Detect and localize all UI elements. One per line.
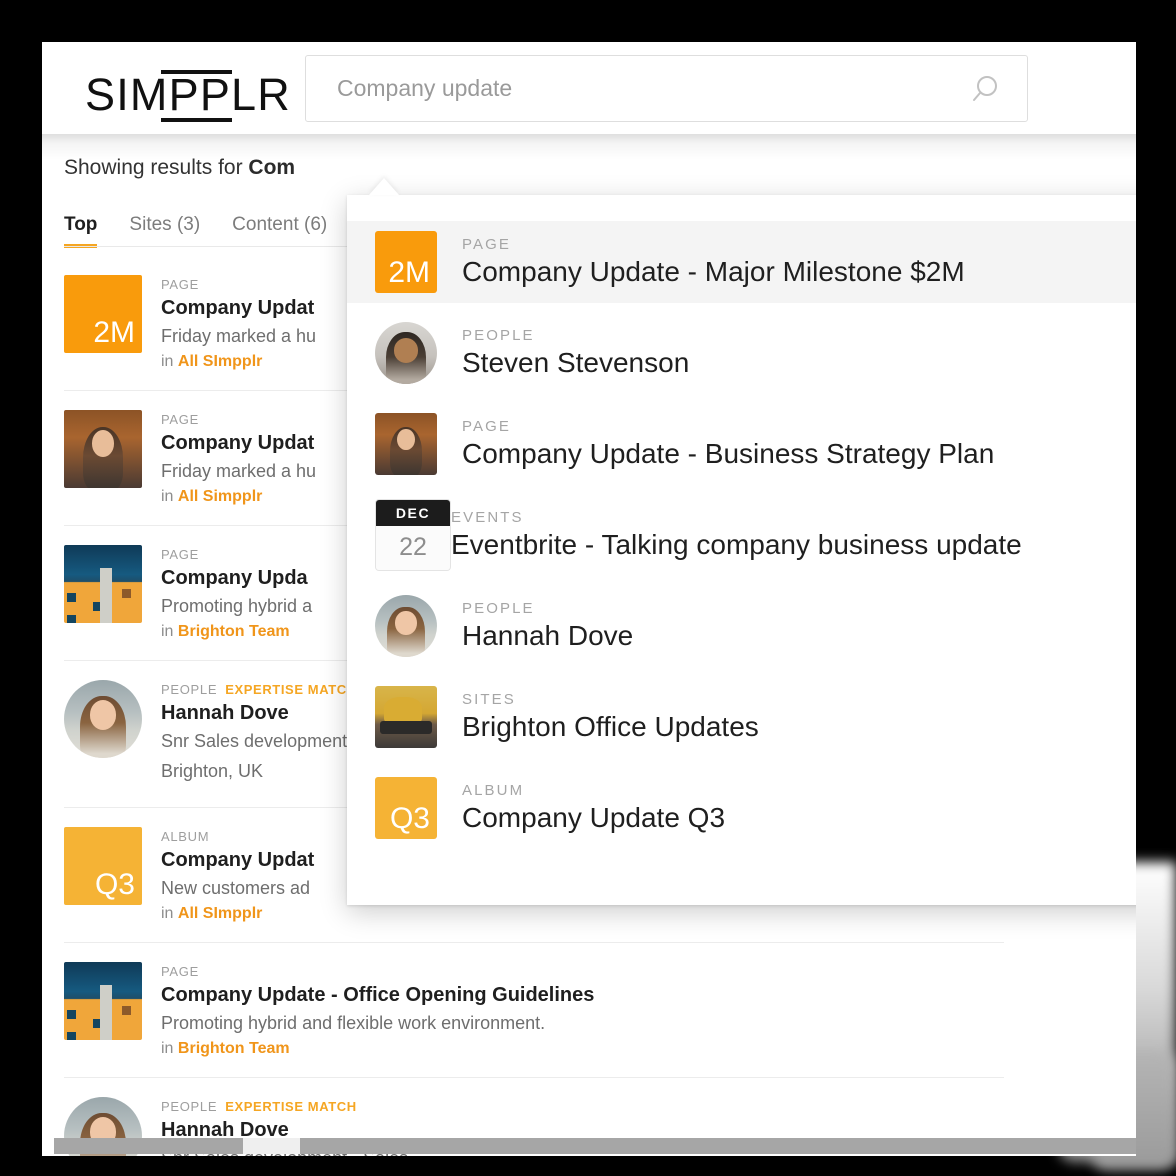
avatar-photo: [375, 322, 437, 384]
suggestion-kicker: PAGE: [462, 417, 511, 435]
suggestion-row[interactable]: Q3 ALBUM Company Update Q3: [347, 771, 1136, 845]
suggestion-row[interactable]: SITES Brighton Office Updates: [347, 680, 1136, 754]
suggestion-title: Brighton Office Updates: [462, 710, 759, 742]
result-thumbnail: Q3: [64, 827, 142, 905]
showing-results-label: Showing results for Com: [64, 156, 295, 180]
avatar-photo: [375, 595, 437, 657]
result-thumbnail: [375, 595, 437, 657]
result-meta: PAGE Company Update - Office Opening Guid…: [161, 962, 1004, 1058]
suggestion-text: PAGE Company Update - Business Strategy P…: [462, 418, 994, 471]
result-thumbnail: [64, 680, 142, 758]
tab-content-6[interactable]: Content (6): [232, 214, 327, 248]
avatar-photo: [375, 413, 437, 475]
dropdown-caret-icon: [369, 178, 399, 195]
suggestion-title: Company Update Q3: [462, 801, 726, 833]
tile-2m-icon: 2M: [375, 231, 437, 293]
calendar-day: 22: [376, 526, 450, 570]
result-site-link[interactable]: Brighton Team: [178, 623, 290, 640]
search-box[interactable]: [305, 55, 1028, 122]
tile-label: 2M: [93, 316, 135, 349]
tile-q3-icon: Q3: [375, 777, 437, 839]
logo-wordmark: SIMPPLR: [85, 69, 291, 120]
suggestion-text: PAGE Company Update - Major Milestone $2M: [462, 236, 965, 289]
tile-label: Q3: [94, 868, 135, 901]
suggestion-title: Steven Stevenson: [462, 346, 690, 378]
tile-q3-icon: Q3: [64, 827, 142, 905]
tab-top[interactable]: Top: [64, 214, 98, 248]
app-window: SIMPPLR Showing results: [42, 42, 1136, 1156]
suggestion-row[interactable]: 2M PAGE Company Update - Major Milestone $…: [347, 221, 1136, 303]
suggestion-kicker: PAGE: [462, 235, 511, 253]
avatar-photo: [64, 680, 142, 758]
simpplr-logo[interactable]: SIMPPLR: [85, 64, 290, 122]
horizontal-scrollbar-thumb[interactable]: [243, 1138, 300, 1154]
suggestion-kicker: PEOPLE: [462, 599, 535, 617]
suggestion-kicker: PEOPLE: [462, 326, 535, 344]
suggestion-title: Company Update - Major Milestone $2M: [462, 255, 965, 287]
suggestions-list: 2M PAGE Company Update - Major Milestone $…: [347, 221, 1136, 862]
showing-results-lead: Showing results for: [64, 156, 249, 179]
avatar-photo: [64, 962, 142, 1040]
tile-2m-icon: 2M: [64, 275, 142, 353]
result-kicker: PEOPLE EXPERTISE MATCH: [161, 1099, 357, 1114]
result-thumbnail: [375, 413, 437, 475]
suggestion-row[interactable]: PEOPLE Steven Stevenson: [347, 316, 1136, 390]
suggestion-text: ALBUM Company Update Q3: [462, 782, 725, 835]
search-input[interactable]: [306, 68, 937, 109]
suggestion-text: PEOPLE Hannah Dove: [462, 600, 633, 653]
suggestion-kicker: ALBUM: [462, 781, 525, 799]
result-site-link[interactable]: All Simpplr: [178, 488, 262, 505]
logo-bar-bottom-icon: [161, 118, 232, 122]
suggestion-row[interactable]: DEC 22 EVENTS Eventbrite - Talking company …: [347, 498, 1136, 572]
suggestion-kicker: SITES: [462, 690, 516, 708]
result-description: Promoting hybrid and flexible work envir…: [161, 1013, 546, 1033]
suggestion-title: Company Update - Business Strategy Plan: [462, 437, 995, 469]
result-site-link[interactable]: Brighton Team: [178, 1040, 290, 1057]
tile-label: Q3: [389, 802, 430, 835]
result-site-link[interactable]: All SImpplr: [178, 353, 262, 370]
suggestion-text: PEOPLE Steven Stevenson: [462, 327, 689, 380]
result-thumbnail: [375, 322, 437, 384]
result-site-line: in Brighton Team: [161, 1040, 290, 1057]
result-thumbnail: Q3: [375, 777, 437, 839]
calendar-month: DEC: [376, 500, 450, 526]
suggestion-text: SITES Brighton Office Updates: [462, 691, 759, 744]
result-thumbnail: [64, 545, 142, 623]
result-thumbnail: [64, 962, 142, 1040]
calendar-icon: DEC 22: [375, 499, 451, 571]
result-thumbnail: [64, 410, 142, 488]
tab-label: Content (6): [232, 214, 328, 235]
expertise-match-badge: EXPERTISE MATCH: [225, 1099, 357, 1114]
expertise-match-badge: EXPERTISE MATCH: [225, 682, 357, 697]
results-tabs: Top Sites (3) Content (6): [64, 202, 359, 248]
result-thumbnail: 2M: [64, 275, 142, 353]
tab-sites-3[interactable]: Sites (3): [129, 214, 200, 248]
result-site-line: in All SImpplr: [161, 905, 263, 922]
suggestion-row[interactable]: PAGE Company Update - Business Strategy P…: [347, 407, 1136, 481]
search-suggestions-dropdown: 2M PAGE Company Update - Major Milestone $…: [347, 195, 1136, 905]
suggestion-text: EVENTS Eventbrite - Talking company busin…: [451, 509, 1022, 562]
suggestion-row[interactable]: PEOPLE Hannah Dove: [347, 589, 1136, 663]
avatar-photo: [375, 686, 437, 748]
suggestion-title: Eventbrite - Talking company business up…: [451, 528, 1022, 560]
avatar-photo: [64, 410, 142, 488]
result-kicker: PAGE: [161, 964, 199, 979]
horizontal-scrollbar[interactable]: [54, 1138, 1136, 1154]
result-thumbnail: [375, 686, 437, 748]
app-header: SIMPPLR: [42, 42, 1136, 134]
result-row[interactable]: PAGE Company Update - Office Opening Guid…: [64, 943, 1004, 1078]
screenshot-stage: SIMPPLR Showing results: [0, 0, 1176, 1176]
tile-label: 2M: [388, 256, 430, 289]
search-icon[interactable]: [971, 74, 1001, 104]
result-title[interactable]: Company Update - Office Opening Guidelin…: [161, 984, 1004, 1007]
suggestion-kicker: EVENTS: [451, 508, 524, 526]
showing-results-query: Com: [248, 156, 296, 179]
result-thumbnail: 2M: [375, 231, 437, 293]
tab-label: Sites (3): [129, 214, 201, 235]
suggestion-title: Hannah Dove: [462, 619, 634, 651]
avatar-photo: [64, 545, 142, 623]
tab-label: Top: [64, 214, 98, 235]
result-site-link[interactable]: All SImpplr: [178, 905, 262, 922]
